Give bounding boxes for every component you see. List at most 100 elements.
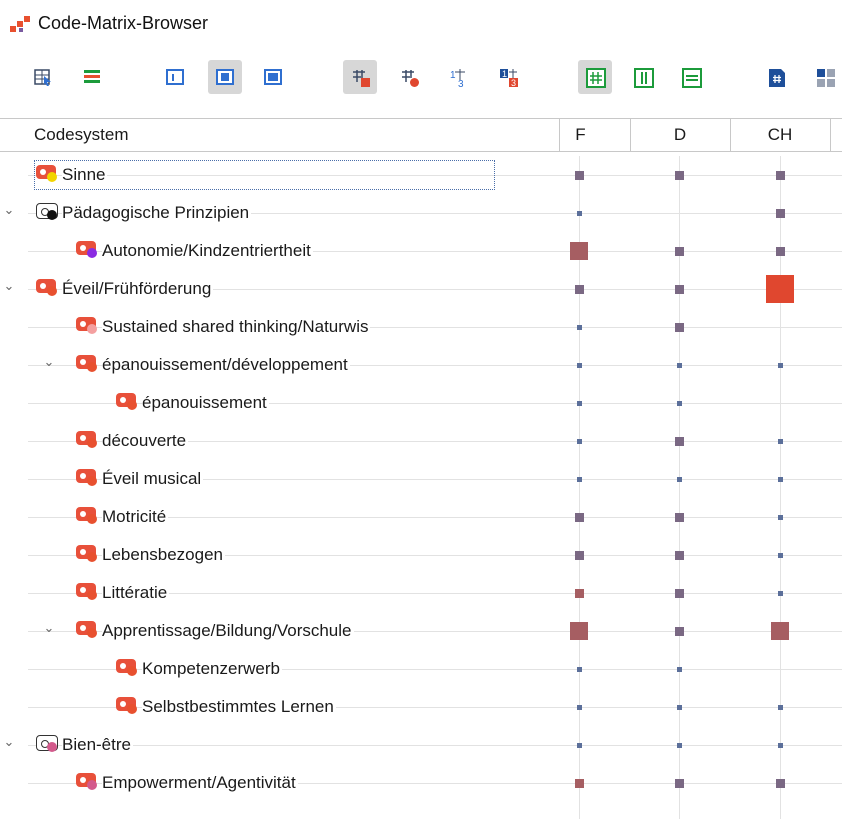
code-label[interactable]: épanouissement bbox=[142, 392, 269, 414]
code-row[interactable]: ⌄ Pädagogische Prinzipien bbox=[0, 194, 842, 232]
matrix-cell-d[interactable] bbox=[674, 284, 684, 294]
matrix-cell-d[interactable] bbox=[676, 400, 682, 406]
matrix-cell-d[interactable] bbox=[674, 170, 684, 180]
matrix-cell-ch[interactable] bbox=[775, 208, 785, 218]
matrix-cell-ch[interactable] bbox=[775, 170, 785, 180]
code-row[interactable]: épanouissement bbox=[0, 384, 842, 422]
code-label[interactable]: Éveil/Frühförderung bbox=[62, 278, 214, 300]
header-column-d[interactable]: D bbox=[630, 119, 731, 151]
matrix-cell-f[interactable] bbox=[574, 284, 584, 294]
window-left-button[interactable] bbox=[158, 60, 192, 94]
matrix-cell-f[interactable] bbox=[570, 622, 588, 640]
matrix-cell-f[interactable] bbox=[576, 400, 582, 406]
matrix-cell-d[interactable] bbox=[676, 362, 682, 368]
matrix-cell-ch[interactable] bbox=[777, 362, 783, 368]
code-label[interactable]: Autonomie/Kindzentriertheit bbox=[102, 240, 313, 262]
matrix-cell-f[interactable] bbox=[576, 210, 582, 216]
header-codesystem[interactable]: Codesystem bbox=[0, 119, 560, 151]
matrix-cell-f[interactable] bbox=[576, 666, 582, 672]
matrix-cell-d[interactable] bbox=[674, 436, 684, 446]
matrix-cell-f[interactable] bbox=[576, 324, 582, 330]
code-row[interactable]: Lebensbezogen bbox=[0, 536, 842, 574]
header-column-f[interactable]: F bbox=[531, 119, 631, 151]
code-row[interactable]: Empowerment/Agentivität bbox=[0, 764, 842, 802]
numbers-button[interactable]: 1 3 bbox=[441, 60, 475, 94]
code-row[interactable]: ⌄ Éveil/Frühförderung bbox=[0, 270, 842, 308]
matrix-cell-d[interactable] bbox=[674, 512, 684, 522]
chevron-down-icon[interactable]: ⌄ bbox=[42, 621, 56, 635]
matrix-cell-d[interactable] bbox=[676, 476, 682, 482]
code-row[interactable]: ⌄ épanouissement/développement bbox=[0, 346, 842, 384]
code-row[interactable]: Sinne bbox=[0, 156, 842, 194]
matrix-cell-f[interactable] bbox=[576, 704, 582, 710]
matrix-cell-f[interactable] bbox=[570, 242, 588, 260]
matrix-cell-f[interactable] bbox=[576, 476, 582, 482]
matrix-cell-ch[interactable] bbox=[775, 778, 785, 788]
matrix-cell-f[interactable] bbox=[574, 512, 584, 522]
chevron-down-icon[interactable]: ⌄ bbox=[2, 203, 16, 217]
code-label[interactable]: Lebensbezogen bbox=[102, 544, 226, 566]
select-rows-button[interactable] bbox=[26, 60, 60, 94]
matrix-cell-d[interactable] bbox=[674, 246, 684, 256]
code-row[interactable]: ⌄ Apprentissage/Bildung/Vorschule bbox=[0, 612, 842, 650]
symbol-squares-button[interactable] bbox=[343, 60, 377, 94]
color-bars-button[interactable] bbox=[75, 60, 109, 94]
matrix-cell-ch[interactable] bbox=[777, 742, 783, 748]
code-label[interactable]: découverte bbox=[102, 430, 189, 452]
matrix-cell-ch[interactable] bbox=[766, 275, 794, 303]
code-row[interactable]: Selbstbestimmtes Lernen bbox=[0, 688, 842, 726]
code-label[interactable]: Apprentissage/Bildung/Vorschule bbox=[102, 620, 354, 642]
matrix-cell-f[interactable] bbox=[576, 438, 582, 444]
matrix-cell-f[interactable] bbox=[576, 742, 582, 748]
code-row[interactable]: Littératie bbox=[0, 574, 842, 612]
matrix-cell-ch[interactable] bbox=[777, 704, 783, 710]
matrix-cell-d[interactable] bbox=[674, 322, 684, 332]
matrix-cell-ch[interactable] bbox=[777, 590, 783, 596]
code-label[interactable]: Kompetenzerwerb bbox=[142, 658, 282, 680]
matrix-cell-d[interactable] bbox=[676, 666, 682, 672]
count-hash-button[interactable] bbox=[759, 60, 793, 94]
code-label[interactable]: Éveil musical bbox=[102, 468, 204, 490]
matrix-cell-ch[interactable] bbox=[777, 514, 783, 520]
matrix-cell-ch[interactable] bbox=[775, 246, 785, 256]
code-label[interactable]: Empowerment/Agentivität bbox=[102, 772, 298, 794]
code-row[interactable]: Autonomie/Kindzentriertheit bbox=[0, 232, 842, 270]
window-full-button[interactable] bbox=[256, 60, 290, 94]
chevron-down-icon[interactable]: ⌄ bbox=[2, 735, 16, 749]
matrix-cell-ch[interactable] bbox=[777, 438, 783, 444]
code-row[interactable]: Motricité bbox=[0, 498, 842, 536]
code-row[interactable]: Sustained shared thinking/Naturwis bbox=[0, 308, 842, 346]
grid-hash-button[interactable] bbox=[578, 60, 612, 94]
number-grid-button[interactable] bbox=[808, 60, 842, 94]
chevron-down-icon[interactable]: ⌄ bbox=[42, 355, 56, 369]
matrix-cell-ch[interactable] bbox=[777, 476, 783, 482]
code-label[interactable]: Bien-être bbox=[62, 734, 133, 756]
matrix-cell-d[interactable] bbox=[676, 704, 682, 710]
matrix-cell-d[interactable] bbox=[674, 626, 684, 636]
matrix-cell-f[interactable] bbox=[576, 362, 582, 368]
code-row[interactable]: Kompetenzerwerb bbox=[0, 650, 842, 688]
matrix-cell-f[interactable] bbox=[574, 588, 584, 598]
window-center-button[interactable] bbox=[208, 60, 242, 94]
code-label[interactable]: Sustained shared thinking/Naturwis bbox=[102, 316, 371, 338]
code-row[interactable]: ⌄ Bien-être bbox=[0, 726, 842, 764]
code-row[interactable]: Éveil musical bbox=[0, 460, 842, 498]
matrix-cell-f[interactable] bbox=[574, 170, 584, 180]
matrix-cell-d[interactable] bbox=[676, 742, 682, 748]
matrix-cell-f[interactable] bbox=[574, 778, 584, 788]
code-label[interactable]: Littératie bbox=[102, 582, 170, 604]
numbers-highlight-button[interactable]: 1 3 bbox=[491, 60, 525, 94]
chevron-down-icon[interactable]: ⌄ bbox=[2, 279, 16, 293]
matrix-cell-ch[interactable] bbox=[771, 622, 789, 640]
matrix-cell-d[interactable] bbox=[674, 588, 684, 598]
header-column-ch[interactable]: CH bbox=[730, 119, 831, 151]
symbol-circles-button[interactable] bbox=[392, 60, 426, 94]
rows-button[interactable] bbox=[674, 60, 708, 94]
code-label[interactable]: Pädagogische Prinzipien bbox=[62, 202, 252, 224]
matrix-cell-d[interactable] bbox=[674, 550, 684, 560]
matrix-cell-f[interactable] bbox=[574, 550, 584, 560]
code-row[interactable]: découverte bbox=[0, 422, 842, 460]
matrix-cell-d[interactable] bbox=[674, 778, 684, 788]
columns-button[interactable] bbox=[626, 60, 660, 94]
code-label[interactable]: Motricité bbox=[102, 506, 169, 528]
